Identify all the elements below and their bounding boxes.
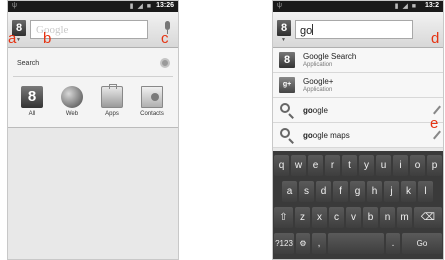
key-r[interactable]: r bbox=[325, 155, 340, 176]
key-n[interactable]: n bbox=[380, 207, 395, 228]
onscreen-keyboard: q w e r t y u i o p a s d f g h j k l ⇧ … bbox=[273, 151, 443, 259]
key-v[interactable]: v bbox=[346, 207, 361, 228]
suggestion-query-google-maps[interactable]: google maps bbox=[273, 123, 443, 148]
source-label: Contacts bbox=[140, 111, 164, 117]
edit-query-icon[interactable] bbox=[433, 105, 441, 115]
usb-icon: ψ bbox=[12, 2, 17, 9]
suggestion-query: google bbox=[303, 106, 328, 115]
google-plus-app-icon: g+ bbox=[279, 77, 295, 93]
source-dropdown-icon: ▼ bbox=[16, 37, 21, 43]
google-search-app-icon: 8 bbox=[279, 52, 295, 68]
status-time: 13:26 bbox=[156, 2, 174, 9]
source-label: Apps bbox=[105, 111, 119, 117]
key-u[interactable]: u bbox=[376, 155, 391, 176]
key-i[interactable]: i bbox=[393, 155, 408, 176]
status-bar: ψ ▮ ◢ ■ 13:2 bbox=[273, 1, 443, 12]
source-contacts[interactable]: Contacts bbox=[134, 86, 170, 117]
key-c[interactable]: c bbox=[329, 207, 344, 228]
callout-b: b bbox=[43, 30, 52, 47]
globe-icon bbox=[61, 86, 83, 108]
source-label: Web bbox=[65, 111, 79, 117]
home-screen-left: ψ ▮ ◢ ■ 13:26 8 ▼ Google Search 8 All We… bbox=[7, 0, 179, 260]
source-web[interactable]: Web bbox=[54, 86, 90, 117]
key-y[interactable]: y bbox=[359, 155, 374, 176]
search-sources-panel: Search 8 All Web Apps Contacts bbox=[8, 48, 178, 128]
contacts-card-icon bbox=[141, 86, 163, 108]
suggestion-title: Google+ bbox=[303, 77, 334, 86]
suggestion-list: 8 Google Search Application g+ Google+ A… bbox=[273, 48, 443, 148]
key-t[interactable]: t bbox=[342, 155, 357, 176]
key-l[interactable]: l bbox=[418, 181, 433, 202]
shift-key[interactable]: ⇧ bbox=[274, 207, 293, 228]
status-icons: ▮ ◢ ■ bbox=[394, 3, 417, 10]
key-w[interactable]: w bbox=[291, 155, 306, 176]
go-key[interactable]: Go bbox=[402, 233, 442, 254]
search-icon bbox=[279, 102, 295, 119]
key-z[interactable]: z bbox=[295, 207, 310, 228]
key-f[interactable]: f bbox=[333, 181, 348, 202]
status-bar: ψ ▮ ◢ ■ 13:26 bbox=[8, 1, 178, 12]
suggestion-query: google maps bbox=[303, 131, 350, 140]
source-apps[interactable]: Apps bbox=[94, 84, 130, 117]
key-a[interactable]: a bbox=[282, 181, 297, 202]
key-j[interactable]: j bbox=[384, 181, 399, 202]
usb-icon: ψ bbox=[277, 2, 282, 9]
source-dropdown-icon: ▼ bbox=[281, 37, 286, 43]
search-query: go bbox=[300, 25, 313, 37]
key-x[interactable]: x bbox=[312, 207, 327, 228]
suggestion-title: Google Search bbox=[303, 52, 357, 61]
key-s[interactable]: s bbox=[299, 181, 314, 202]
comma-key[interactable]: , bbox=[312, 233, 326, 254]
symbols-key[interactable]: ?123 bbox=[274, 233, 294, 254]
callout-c: c bbox=[161, 30, 169, 47]
suggestion-query-google[interactable]: google bbox=[273, 98, 443, 123]
settings-gear-icon[interactable] bbox=[160, 58, 170, 68]
query-match: go bbox=[303, 106, 313, 115]
suggestion-google-plus[interactable]: g+ Google+ Application bbox=[273, 73, 443, 98]
key-e[interactable]: e bbox=[308, 155, 323, 176]
divider bbox=[13, 76, 173, 77]
space-key[interactable] bbox=[328, 233, 384, 254]
search-icon bbox=[279, 127, 295, 144]
callout-d: d bbox=[431, 30, 440, 47]
settings-key-icon[interactable]: ⚙ bbox=[296, 233, 310, 254]
query-rest: ogle maps bbox=[312, 131, 350, 140]
search-suggestions-screen: ψ ▮ ◢ ■ 13:2 8 ▼ go 8 Google Search Appl… bbox=[272, 0, 444, 260]
suggestion-subtitle: Application bbox=[303, 87, 333, 93]
status-time: 13:2 bbox=[424, 2, 439, 9]
suggestion-subtitle: Application bbox=[303, 62, 333, 68]
quick-search-bar: 8 ▼ go bbox=[273, 12, 443, 48]
search-placeholder: Google bbox=[36, 24, 69, 36]
backspace-key[interactable]: ⌫ bbox=[414, 207, 442, 228]
period-key[interactable]: . bbox=[386, 233, 400, 254]
text-cursor bbox=[312, 24, 314, 35]
google-search-source-icon[interactable]: 8 bbox=[277, 20, 291, 36]
status-icons: ▮ ◢ ■ bbox=[129, 3, 152, 10]
google-g-icon: 8 bbox=[21, 86, 43, 108]
query-match: go bbox=[303, 131, 313, 140]
key-q[interactable]: q bbox=[274, 155, 289, 176]
callout-e: e bbox=[430, 115, 439, 132]
search-input[interactable]: go bbox=[295, 20, 413, 39]
key-g[interactable]: g bbox=[350, 181, 365, 202]
key-o[interactable]: o bbox=[410, 155, 425, 176]
source-label: All bbox=[28, 111, 36, 117]
source-all[interactable]: 8 All bbox=[14, 86, 50, 117]
key-d[interactable]: d bbox=[316, 181, 331, 202]
key-b[interactable]: b bbox=[363, 207, 378, 228]
key-p[interactable]: p bbox=[427, 155, 442, 176]
key-k[interactable]: k bbox=[401, 181, 416, 202]
apps-briefcase-icon bbox=[101, 84, 123, 108]
key-h[interactable]: h bbox=[367, 181, 382, 202]
query-rest: ogle bbox=[312, 106, 328, 115]
suggestion-google-search[interactable]: 8 Google Search Application bbox=[273, 48, 443, 73]
key-m[interactable]: m bbox=[397, 207, 412, 228]
quick-search-bar: 8 ▼ Google bbox=[8, 12, 178, 48]
callout-a: a bbox=[8, 30, 17, 47]
panel-title: Search bbox=[17, 60, 40, 67]
